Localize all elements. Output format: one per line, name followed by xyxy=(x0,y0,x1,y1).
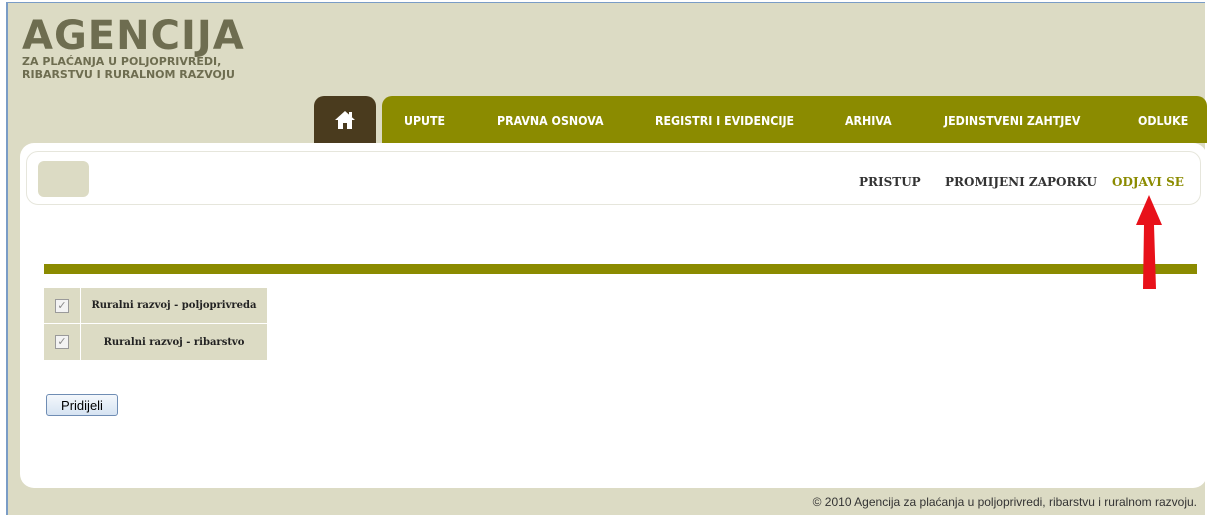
nav-home-tab[interactable] xyxy=(314,96,376,143)
option-label: Ruralni razvoj - ribarstvo xyxy=(103,336,245,348)
nav-item-pravna-osnova[interactable]: PRAVNA OSNOVA xyxy=(497,114,604,128)
nav-item-upute[interactable]: UPUTE xyxy=(404,114,445,128)
pridijeli-button[interactable]: Pridijeli xyxy=(46,394,118,416)
options-table: ✓ Ruralni razvoj - poljoprivreda ✓ Rural… xyxy=(44,288,267,360)
page-frame: AGENCIJA ZA PLAĆANJA U POLJOPRIVREDI, RI… xyxy=(6,2,1207,515)
nav-item-odluke[interactable]: ODLUKE xyxy=(1138,114,1188,128)
checkbox-cell: ✓ xyxy=(44,288,81,323)
agency-logo[interactable]: AGENCIJA ZA PLAĆANJA U POLJOPRIVREDI, RI… xyxy=(22,13,272,81)
footer-copyright: © 2010 Agencija za plaćanja u poljoprivr… xyxy=(812,495,1197,509)
logout-link[interactable]: ODJAVI SE xyxy=(1112,175,1184,189)
option-label: Ruralni razvoj - poljoprivreda xyxy=(91,300,257,311)
user-info-box xyxy=(38,161,89,197)
red-arrow-annotation xyxy=(1136,195,1162,289)
pristup-link[interactable]: PRISTUP xyxy=(859,175,921,189)
table-row: ✓ Ruralni razvoj - poljoprivreda xyxy=(44,288,267,324)
nav-item-registri[interactable]: REGISTRI I EVIDENCIJE xyxy=(655,114,794,128)
nav-item-jedinstveni-zahtjev[interactable]: JEDINSTVENI ZAHTJEV xyxy=(944,114,1080,128)
checkbox-poljoprivreda[interactable]: ✓ xyxy=(55,298,69,313)
home-icon xyxy=(335,110,355,129)
section-divider xyxy=(44,264,1197,274)
nav-item-arhiva[interactable]: ARHIVA xyxy=(845,114,892,128)
logo-subtitle-line2: RIBARSTVU I RURALNOM RAZVOJU xyxy=(22,68,235,81)
logo-title: AGENCIJA xyxy=(22,13,245,59)
content-panel: PRISTUP PROMIJENI ZAPORKU ODJAVI SE ✓ Ru… xyxy=(20,143,1207,488)
checkbox-ribarstvo[interactable]: ✓ xyxy=(55,335,69,349)
table-row: ✓ Ruralni razvoj - ribarstvo xyxy=(44,324,267,360)
change-password-link[interactable]: PROMIJENI ZAPORKU xyxy=(945,175,1097,189)
checkbox-cell: ✓ xyxy=(44,324,81,360)
main-nav: UPUTE PRAVNA OSNOVA REGISTRI I EVIDENCIJ… xyxy=(382,96,1207,143)
user-bar: PRISTUP PROMIJENI ZAPORKU ODJAVI SE xyxy=(26,151,1201,205)
